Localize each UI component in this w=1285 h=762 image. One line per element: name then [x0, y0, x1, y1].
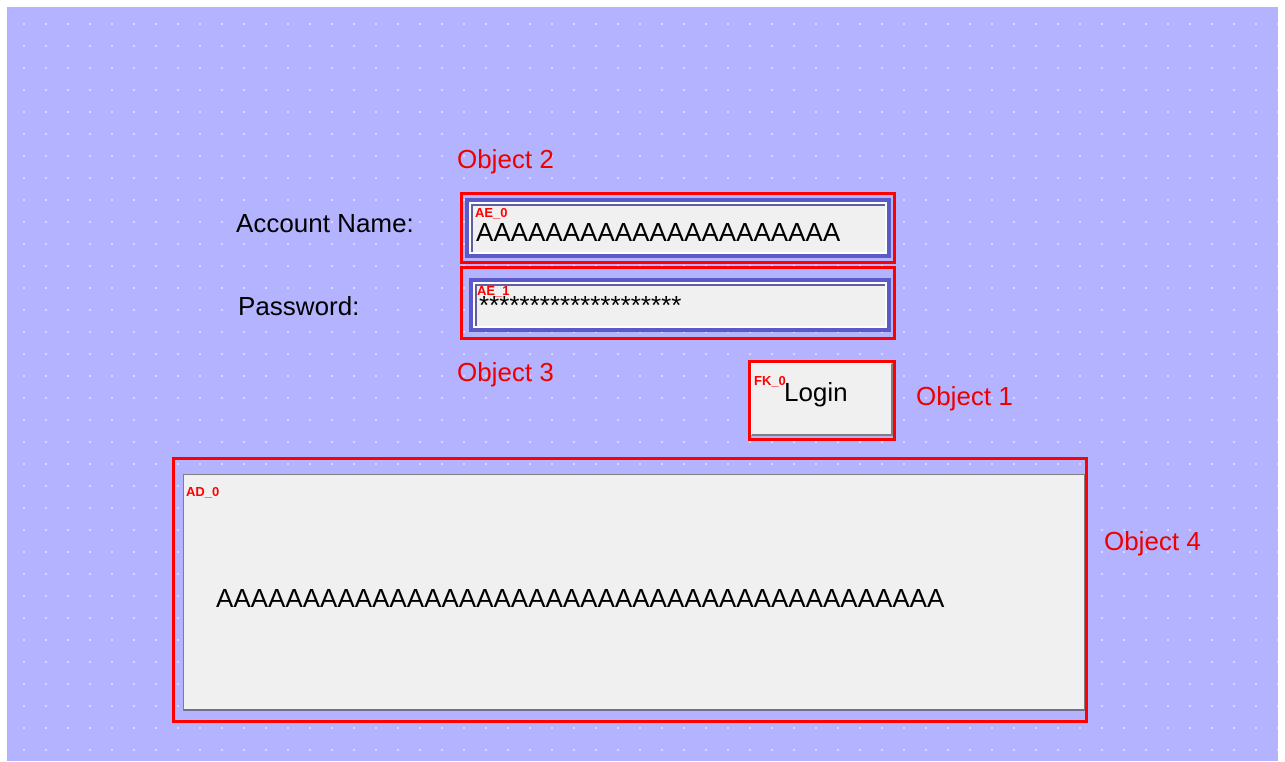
object1-highlight [748, 360, 896, 441]
object4-annotation: Object 4 [1104, 526, 1201, 556]
hmi-screen: Account Name: Password: AE_0 AAAAAAAAAAA… [7, 7, 1278, 761]
object3-highlight [460, 266, 896, 340]
password-label: Password: [238, 291, 360, 321]
object3-annotation: Object 3 [457, 357, 554, 387]
account-name-label: Account Name: [236, 208, 414, 238]
object4-highlight [172, 457, 1088, 723]
object2-annotation: Object 2 [457, 144, 554, 174]
object1-annotation: Object 1 [916, 381, 1013, 411]
object2-highlight [460, 192, 896, 264]
